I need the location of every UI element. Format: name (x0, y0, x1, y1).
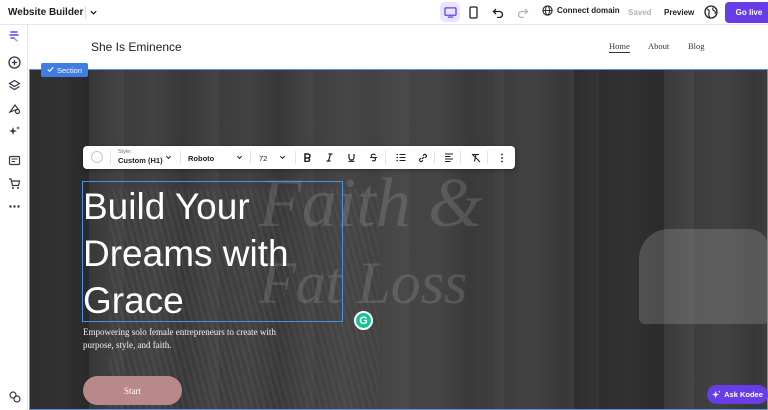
blog-icon[interactable] (7, 153, 21, 167)
chevron-down-icon (165, 155, 172, 160)
desktop-icon (443, 6, 457, 18)
sparkle-icon (712, 390, 721, 399)
font-size-value: 72 (259, 154, 268, 163)
desktop-view-button[interactable] (440, 2, 460, 22)
chevron-down-icon (236, 155, 243, 160)
section-tag[interactable]: Section (41, 63, 89, 77)
mobile-icon (468, 5, 478, 19)
left-sidebar (0, 25, 28, 410)
clear-format-button[interactable] (469, 151, 482, 164)
divider (295, 151, 296, 164)
nav-link-home[interactable]: Home (609, 41, 630, 53)
more-options-button[interactable] (495, 151, 508, 164)
redo-button[interactable] (515, 4, 531, 20)
hero-background-car (639, 229, 768, 324)
divider (434, 151, 435, 164)
globe-icon (704, 5, 718, 19)
strikethrough-icon (370, 153, 377, 162)
font-value: Roboto (188, 154, 215, 163)
chevron-down-icon (87, 6, 99, 18)
undo-button[interactable] (490, 4, 506, 20)
link-button[interactable] (416, 151, 429, 164)
bold-button[interactable] (301, 151, 314, 164)
top-bar: Website Builder Connect domain Saved Pre… (0, 0, 768, 25)
align-button[interactable] (442, 151, 455, 164)
check-icon (47, 66, 54, 75)
underline-button[interactable] (345, 151, 358, 164)
start-button[interactable]: Start (83, 376, 182, 405)
mobile-view-button[interactable] (463, 2, 483, 22)
hero-heading[interactable]: Build Your Dreams with Grace (83, 183, 343, 324)
connect-domain-button[interactable]: Connect domain (542, 5, 620, 16)
section-tag-label: Section (57, 65, 83, 75)
list-icon (395, 153, 405, 162)
hostinger-logo-icon[interactable] (7, 29, 21, 43)
clear-format-icon (471, 153, 480, 162)
ask-kodee-button[interactable]: Ask Kodee (707, 385, 768, 404)
hero-background-shade (29, 69, 89, 410)
divider (110, 151, 111, 164)
app-name: Website Builder (8, 6, 84, 18)
chevron-down-icon (279, 155, 286, 160)
site-header[interactable]: She Is Eminence Home About Blog (29, 25, 768, 69)
strikethrough-button[interactable] (367, 151, 380, 164)
nav-link-about[interactable]: About (648, 41, 669, 51)
hero-subtitle[interactable]: Empowering solo female entrepreneurs to … (83, 326, 283, 351)
go-live-button[interactable]: Go live (725, 2, 768, 23)
text-color-swatch[interactable] (91, 151, 103, 163)
connect-domain-label: Connect domain (557, 6, 620, 15)
ask-kodee-label: Ask Kodee (724, 390, 763, 399)
link-icon (418, 153, 427, 162)
align-left-icon (444, 153, 453, 162)
underline-icon (348, 154, 355, 162)
layers-icon[interactable] (7, 78, 21, 92)
divider (460, 151, 461, 164)
settings-icon[interactable] (7, 389, 21, 403)
text-format-toolbar: Style: Custom (H1) Roboto 72 (83, 146, 515, 169)
divider (85, 6, 86, 19)
bullet-list-button[interactable] (394, 151, 407, 164)
domain-icon (542, 5, 553, 16)
redo-icon (517, 8, 529, 18)
divider (180, 151, 181, 164)
divider (487, 151, 488, 164)
language-globe-button[interactable] (704, 5, 718, 19)
site-title[interactable]: She Is Eminence (91, 40, 182, 54)
store-cart-icon[interactable] (7, 176, 21, 190)
more-icon[interactable] (7, 199, 21, 213)
add-icon[interactable] (7, 55, 21, 69)
ai-sparkles-icon[interactable] (7, 124, 21, 138)
style-label: Style: (118, 149, 132, 155)
nav-link-blog[interactable]: Blog (688, 41, 705, 51)
style-value: Custom (H1) (118, 156, 163, 165)
divider (385, 151, 386, 164)
grammarly-icon[interactable]: G (354, 311, 373, 330)
more-vertical-icon (500, 153, 503, 162)
bold-icon (304, 153, 311, 162)
undo-icon (492, 8, 504, 18)
preview-button[interactable]: Preview (664, 8, 694, 17)
divider (250, 151, 251, 164)
italic-button[interactable] (323, 151, 336, 164)
saved-status: Saved (628, 8, 652, 17)
page-canvas[interactable]: She Is Eminence Home About Blog Faith & … (29, 25, 768, 410)
palette-icon[interactable] (7, 101, 21, 115)
italic-icon (326, 153, 333, 162)
